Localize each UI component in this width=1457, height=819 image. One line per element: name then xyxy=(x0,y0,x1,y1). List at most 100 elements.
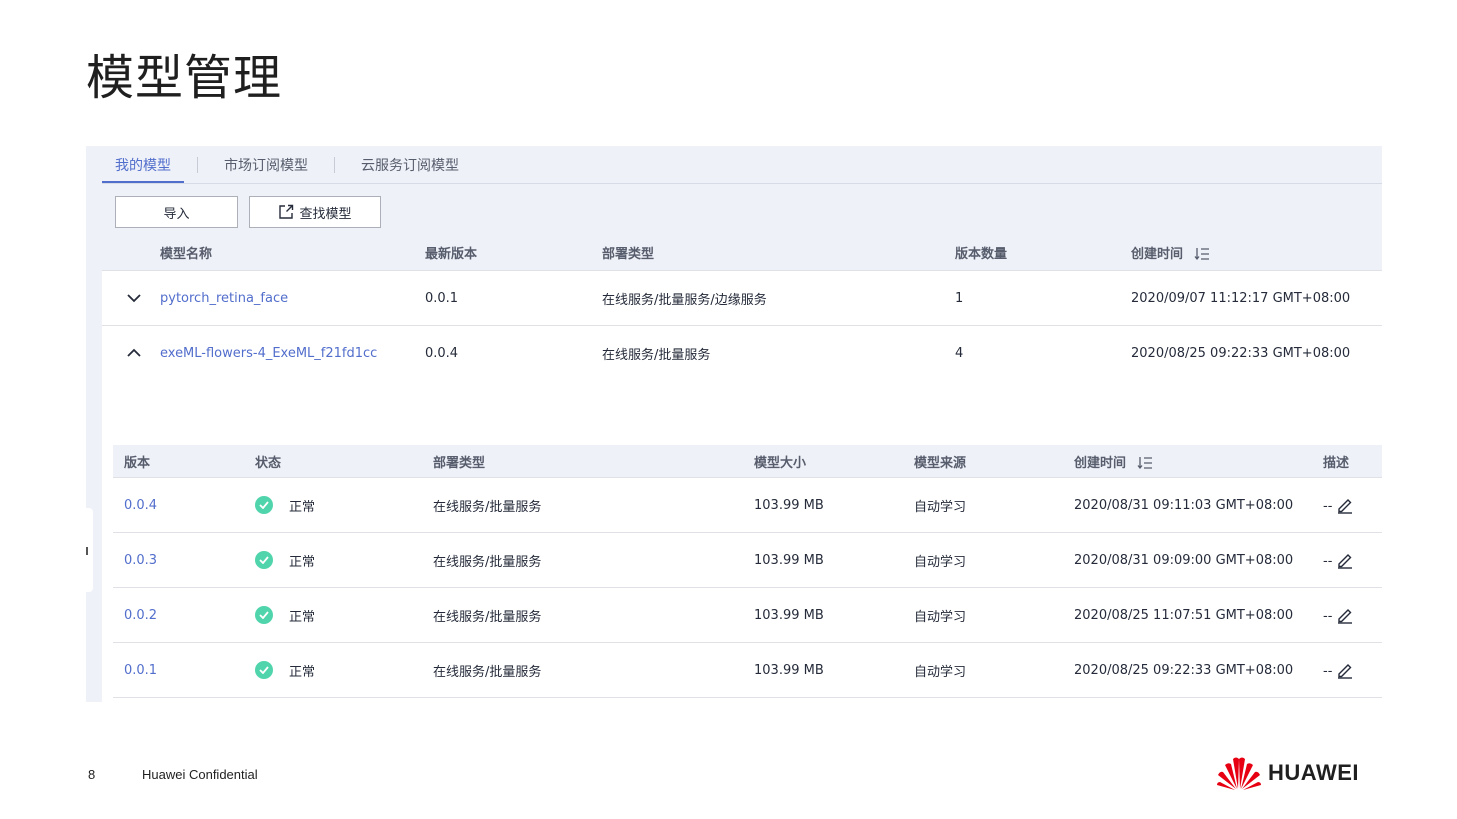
model-size: 103.99 MB xyxy=(754,662,824,678)
chevron-up-icon xyxy=(127,348,141,357)
header-created-time[interactable]: 创建时间 xyxy=(1074,452,1323,471)
side-handle-mark xyxy=(86,547,88,555)
tab-divider xyxy=(197,157,198,173)
model-size: 103.99 MB xyxy=(754,497,824,513)
confidential-label: Huawei Confidential xyxy=(142,767,258,782)
expand-toggle[interactable] xyxy=(122,293,146,303)
status-cell: 正常 xyxy=(255,496,433,515)
slide-title: 模型管理 xyxy=(86,50,283,106)
header-description: 描述 xyxy=(1323,455,1350,471)
page-number: 8 xyxy=(88,767,96,782)
tab-bar: 我的模型 市场订阅模型 云服务订阅模型 xyxy=(102,146,472,184)
model-source: 自动学习 xyxy=(914,664,967,680)
header-model-size: 模型大小 xyxy=(754,455,807,471)
header-version: 版本 xyxy=(124,455,151,471)
tab-market-models[interactable]: 市场订阅模型 xyxy=(211,146,321,184)
pencil-icon[interactable] xyxy=(1336,551,1354,569)
deploy-type: 在线服务/批量服务 xyxy=(433,609,542,625)
chevron-down-icon xyxy=(127,294,141,303)
import-button-label: 导入 xyxy=(163,206,190,222)
created-time: 2020/08/25 09:22:33 GMT+08:00 xyxy=(1074,662,1294,678)
tab-my-models[interactable]: 我的模型 xyxy=(102,146,184,184)
created-time: 2020/08/25 09:22:33 GMT+08:00 xyxy=(1131,345,1351,361)
check-circle-icon xyxy=(255,551,273,569)
model-table-header: 模型名称 最新版本 部署类型 版本数量 创建时间 xyxy=(102,234,1382,271)
version-table: 版本 状态 部署类型 模型大小 模型来源 创建时间 描述 0.0.4 正常 在线… xyxy=(113,445,1382,698)
find-model-button-label: 查找模型 xyxy=(299,206,352,222)
find-model-button[interactable]: 查找模型 xyxy=(249,196,381,228)
created-time: 2020/08/25 11:07:51 GMT+08:00 xyxy=(1074,607,1294,623)
model-row: exeML-flowers-4_ExeML_f21fd1cc 0.0.4 在线服… xyxy=(102,326,1382,381)
description-cell: -- xyxy=(1323,496,1354,514)
version-count: 1 xyxy=(955,290,964,306)
header-deploy-type: 部署类型 xyxy=(433,455,486,471)
created-time: 2020/08/31 09:11:03 GMT+08:00 xyxy=(1074,497,1294,513)
huawei-flower-logo xyxy=(1217,757,1261,790)
version-table-header: 版本 状态 部署类型 模型大小 模型来源 创建时间 描述 xyxy=(113,445,1382,478)
status-cell: 正常 xyxy=(255,551,433,570)
version-link[interactable]: 0.0.1 xyxy=(113,663,255,678)
sort-icon[interactable] xyxy=(1194,247,1210,261)
description-cell: -- xyxy=(1323,551,1354,569)
tab-divider xyxy=(334,157,335,173)
version-link[interactable]: 0.0.2 xyxy=(113,608,255,623)
status-cell: 正常 xyxy=(255,661,433,680)
status-label: 正常 xyxy=(289,499,316,515)
header-created-time-label: 创建时间 xyxy=(1131,246,1184,262)
created-time: 2020/08/31 09:09:00 GMT+08:00 xyxy=(1074,552,1294,568)
tab-cloud-service-models[interactable]: 云服务订阅模型 xyxy=(348,146,472,184)
version-row: 0.0.4 正常 在线服务/批量服务 103.99 MB 自动学习 2020/0… xyxy=(113,478,1382,533)
deploy-type: 在线服务/批量服务/边缘服务 xyxy=(602,292,767,308)
latest-version: 0.0.4 xyxy=(425,345,459,361)
huawei-logo: HUAWEI xyxy=(1216,755,1359,791)
header-status: 状态 xyxy=(255,455,282,471)
deploy-type: 在线服务/批量服务 xyxy=(433,664,542,680)
version-link[interactable]: 0.0.4 xyxy=(113,498,255,513)
version-row: 0.0.2 正常 在线服务/批量服务 103.99 MB 自动学习 2020/0… xyxy=(113,588,1382,643)
header-latest-version: 最新版本 xyxy=(425,246,478,262)
description-text: -- xyxy=(1323,499,1333,514)
version-row: 0.0.3 正常 在线服务/批量服务 103.99 MB 自动学习 2020/0… xyxy=(113,533,1382,588)
pencil-icon[interactable] xyxy=(1336,496,1354,514)
deploy-type: 在线服务/批量服务 xyxy=(433,554,542,570)
latest-version: 0.0.1 xyxy=(425,290,459,306)
collapse-toggle[interactable] xyxy=(122,348,146,358)
status-label: 正常 xyxy=(289,609,316,625)
header-created-time[interactable]: 创建时间 xyxy=(1131,243,1210,262)
model-name-link[interactable]: pytorch_retina_face xyxy=(160,291,425,306)
header-deploy-type: 部署类型 xyxy=(602,246,655,262)
header-model-name: 模型名称 xyxy=(160,246,213,262)
brand-name: HUAWEI xyxy=(1268,760,1359,785)
tab-bar-underline xyxy=(102,183,1382,184)
sort-icon[interactable] xyxy=(1137,456,1153,470)
header-version-count: 版本数量 xyxy=(955,246,1008,262)
version-link[interactable]: 0.0.3 xyxy=(113,553,255,568)
import-button[interactable]: 导入 xyxy=(115,196,238,228)
pencil-icon[interactable] xyxy=(1336,661,1354,679)
model-size: 103.99 MB xyxy=(754,552,824,568)
model-source: 自动学习 xyxy=(914,609,967,625)
description-text: -- xyxy=(1323,554,1333,569)
model-table: 模型名称 最新版本 部署类型 版本数量 创建时间 pytorch_retina_… xyxy=(102,234,1382,381)
header-model-source: 模型来源 xyxy=(914,455,967,471)
model-name-link[interactable]: exeML-flowers-4_ExeML_f21fd1cc xyxy=(160,346,425,361)
pencil-icon[interactable] xyxy=(1336,606,1354,624)
deploy-type: 在线服务/批量服务 xyxy=(602,347,711,363)
status-cell: 正常 xyxy=(255,606,433,625)
model-row: pytorch_retina_face 0.0.1 在线服务/批量服务/边缘服务… xyxy=(102,271,1382,326)
description-text: -- xyxy=(1323,664,1333,679)
created-time: 2020/09/07 11:12:17 GMT+08:00 xyxy=(1131,290,1351,306)
model-source: 自动学习 xyxy=(914,499,967,515)
deploy-type: 在线服务/批量服务 xyxy=(433,499,542,515)
check-circle-icon xyxy=(255,606,273,624)
model-source: 自动学习 xyxy=(914,554,967,570)
model-management-panel: 我的模型 市场订阅模型 云服务订阅模型 导入 查找模型 模型名称 最新版本 部署… xyxy=(86,146,1382,702)
status-label: 正常 xyxy=(289,554,316,570)
description-cell: -- xyxy=(1323,606,1354,624)
external-link-icon xyxy=(279,204,294,219)
check-circle-icon xyxy=(255,496,273,514)
status-label: 正常 xyxy=(289,664,316,680)
version-row: 0.0.1 正常 在线服务/批量服务 103.99 MB 自动学习 2020/0… xyxy=(113,643,1382,698)
description-cell: -- xyxy=(1323,661,1354,679)
header-created-time-label: 创建时间 xyxy=(1074,455,1127,471)
